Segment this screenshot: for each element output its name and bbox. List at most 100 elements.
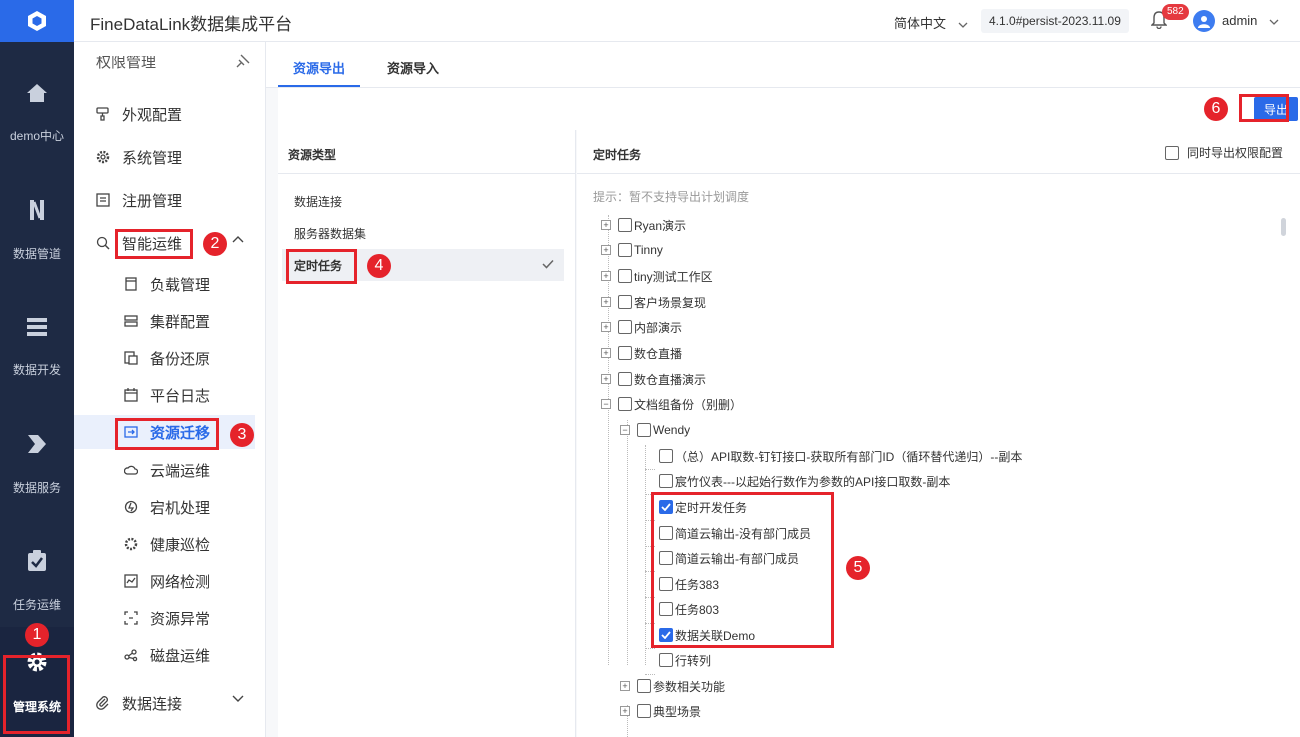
resource-type-item[interactable]: 数据连接 — [282, 185, 564, 217]
tree-node[interactable]: + tiny测试工作区 — [601, 265, 713, 287]
sidebar-item-log[interactable]: 平台日志 — [74, 378, 265, 412]
tree-checkbox[interactable] — [637, 704, 651, 718]
expand-icon[interactable]: + — [620, 706, 630, 716]
resource-error-icon — [124, 611, 138, 625]
rail-item-service[interactable]: 数据服务 — [0, 409, 74, 519]
expand-icon[interactable]: + — [601, 245, 611, 255]
tree-node[interactable]: 宸竹仪表---以起始行数作为参数的API接口取数-副本 — [659, 470, 950, 492]
tip-text: 提示：暂不支持导出计划调度 — [593, 190, 750, 204]
tree-node[interactable]: （总）API取数-钉钉接口-获取所有部门ID（循环替代递归）--副本 — [659, 445, 1022, 467]
tree-checkbox[interactable] — [659, 653, 673, 667]
tab-import[interactable]: 资源导入 — [387, 58, 439, 77]
tree-node[interactable]: + Tinny — [601, 239, 663, 261]
crash-icon — [124, 500, 138, 514]
sidebar-item-appearance[interactable]: 外观配置 — [74, 97, 265, 131]
expand-icon[interactable]: + — [601, 297, 611, 307]
expand-icon[interactable]: + — [601, 271, 611, 281]
sidebar-item-label: 集群配置 — [150, 313, 211, 331]
tree-checkbox[interactable] — [618, 243, 632, 257]
tree-node[interactable]: + Ryan演示 — [601, 214, 686, 236]
language-select[interactable]: 简体中文 — [894, 13, 968, 32]
tree-guide-line — [645, 445, 646, 665]
sidebar-item-health[interactable]: 健康巡检 — [74, 527, 265, 561]
sidebar-item-resource-error[interactable]: 资源异常 — [74, 601, 265, 635]
expand-icon[interactable]: + — [601, 220, 611, 230]
sidebar-item-data-connection[interactable]: 数据连接 — [74, 686, 265, 720]
tab-export[interactable]: 资源导出 — [293, 58, 345, 77]
resource-type-header: 资源类型 — [278, 130, 575, 174]
tree-node[interactable]: + 客户场景复现 — [601, 291, 706, 313]
tree-node-label: 客户场景复现 — [634, 295, 707, 310]
sidebar-item-system[interactable]: 系统管理 — [74, 140, 265, 174]
tree-checkbox[interactable] — [659, 474, 673, 488]
tree-guide-line — [645, 469, 655, 470]
tree-checkbox[interactable] — [618, 218, 632, 232]
annotation-number: 2 — [203, 232, 227, 256]
tree-node[interactable]: + 内部演示 — [601, 316, 682, 338]
disk-icon — [124, 648, 138, 662]
tree-checkbox[interactable] — [637, 423, 651, 437]
expand-icon[interactable]: + — [620, 681, 630, 691]
sidebar-item-load[interactable]: 负载管理 — [74, 267, 265, 301]
expand-icon[interactable]: + — [601, 374, 611, 384]
sidebar-item-crash[interactable]: 宕机处理 — [74, 490, 265, 524]
tree-checkbox[interactable] — [618, 397, 632, 411]
avatar[interactable] — [1193, 10, 1215, 32]
resource-type-item[interactable]: 服务器数据集 — [282, 217, 564, 249]
sidebar-item-label: 注册管理 — [122, 192, 183, 210]
sidebar-item-disk[interactable]: 磁盘运维 — [74, 638, 265, 672]
expand-icon[interactable]: + — [601, 322, 611, 332]
app-title: FineDataLink数据集成平台 — [90, 15, 293, 34]
tree-node[interactable]: + 典型场景 — [620, 700, 701, 722]
annotation-number: 5 — [846, 556, 870, 580]
tree-node[interactable]: 行转列 — [659, 649, 711, 671]
tree-guide-line — [627, 420, 628, 665]
tree-node[interactable]: + 参数相关功能 — [620, 675, 725, 697]
user-name: admin — [1222, 13, 1258, 28]
annotation-box-4 — [286, 249, 357, 284]
sidebar-item-label: 系统管理 — [122, 149, 183, 167]
scrollbar[interactable] — [1281, 218, 1286, 236]
tree-node-label: 行转列 — [675, 653, 712, 668]
sidebar-item-register[interactable]: 注册管理 — [74, 183, 265, 217]
sidebar-item-cluster[interactable]: 集群配置 — [74, 304, 265, 338]
sidebar-item-label: 网络检测 — [150, 573, 211, 591]
rail-item-develop[interactable]: 数据开发 — [0, 292, 74, 402]
platform-logo[interactable] — [0, 0, 74, 42]
sidebar-item-label: 数据连接 — [122, 695, 183, 713]
tree-checkbox[interactable] — [637, 679, 651, 693]
annotation-number: 4 — [367, 254, 391, 278]
tree-node[interactable]: + 数仓直播演示 — [601, 368, 706, 390]
tree-checkbox[interactable] — [618, 269, 632, 283]
collapse-icon[interactable]: − — [620, 425, 630, 435]
expand-icon[interactable]: + — [601, 348, 611, 358]
tree-node[interactable]: + 数仓直播 — [601, 342, 682, 364]
tree-checkbox[interactable] — [618, 372, 632, 386]
export-permission-option[interactable]: 同时导出权限配置 — [1165, 144, 1283, 161]
rail-item-pipeline[interactable]: 数据管道 — [0, 175, 74, 285]
rail-item-demo[interactable]: demo中心 — [0, 58, 74, 168]
sidebar-item-backup[interactable]: 备份还原 — [74, 341, 265, 375]
tree-checkbox[interactable] — [618, 320, 632, 334]
collapse-icon[interactable]: − — [601, 399, 611, 409]
rail-item-task-ops[interactable]: 任务运维 — [0, 526, 74, 636]
backup-icon — [124, 351, 138, 365]
tree-node[interactable]: − Wendy — [620, 419, 690, 441]
version-label: 4.1.0#persist-2023.11.09 — [981, 9, 1129, 33]
cluster-icon — [124, 314, 138, 328]
sidebar-item-cut[interactable]: 权限管理 — [74, 56, 265, 78]
sidebar-item-cloud[interactable]: 云端运维 — [74, 453, 265, 487]
rail-label: demo中心 — [9, 128, 65, 143]
tree-checkbox[interactable] — [618, 346, 632, 360]
annotation-box-1 — [3, 655, 70, 734]
tree-checkbox[interactable] — [659, 449, 673, 463]
tab-bar: 资源导出 资源导入 — [266, 42, 1300, 88]
user-menu[interactable]: admin — [1222, 13, 1279, 28]
tree-node-label: tiny测试工作区 — [634, 269, 713, 284]
annotation-number: 6 — [1204, 97, 1228, 121]
permission-checkbox[interactable] — [1165, 145, 1179, 160]
tree-node[interactable]: − 文档组备份（别删） — [601, 393, 742, 415]
sidebar-item-label: 健康巡检 — [150, 536, 211, 554]
tree-checkbox[interactable] — [618, 295, 632, 309]
sidebar-item-network[interactable]: 网络检测 — [74, 564, 265, 598]
